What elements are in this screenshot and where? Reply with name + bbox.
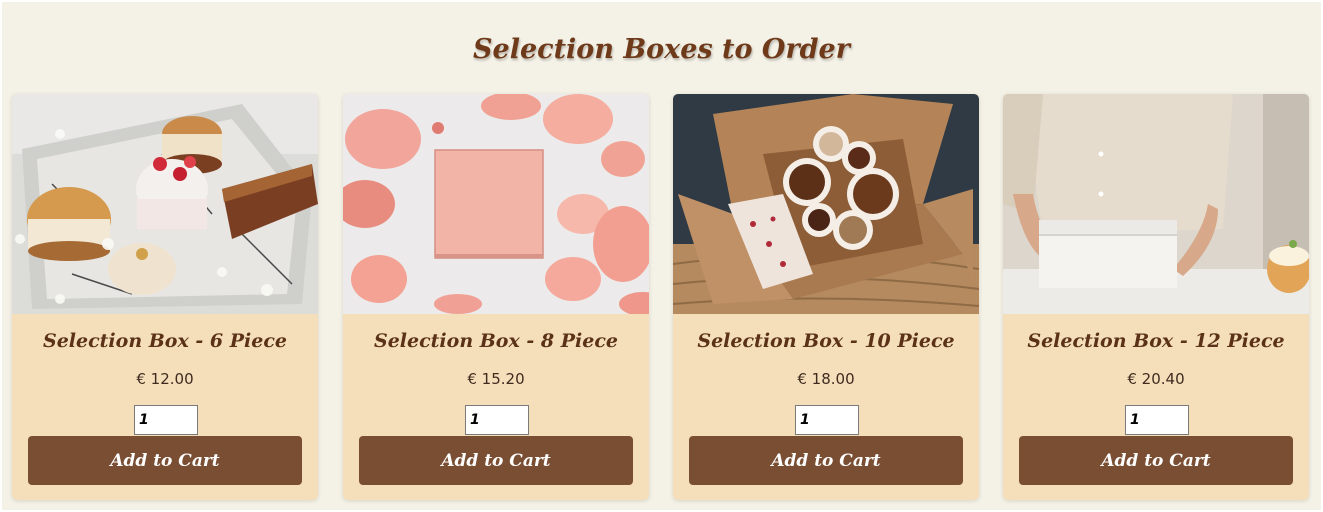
product-section: Selection Boxes to Order Selection Box -… [2, 2, 1321, 510]
pink-box-rose-petals-photo[interactable] [343, 94, 649, 314]
product-card: Selection Box - 6 Piece € 12.00 Add to C… [12, 94, 318, 500]
quantity-input[interactable] [465, 405, 529, 435]
white-box-hands-photo[interactable] [1003, 94, 1309, 314]
product-price: € 12.00 [136, 370, 194, 388]
add-to-cart-button[interactable]: Add to Cart [28, 436, 302, 485]
quantity-input[interactable] [134, 405, 198, 435]
product-price: € 15.20 [467, 370, 525, 388]
product-title: Selection Box - 12 Piece [1027, 330, 1285, 352]
add-to-cart-button[interactable]: Add to Cart [689, 436, 963, 485]
product-title: Selection Box - 8 Piece [373, 330, 619, 352]
pastry-box-photo[interactable] [12, 94, 318, 314]
product-card: Selection Box - 10 Piece € 18.00 Add to … [673, 94, 979, 500]
section-heading: Selection Boxes to Order [473, 34, 850, 65]
quantity-input[interactable] [795, 405, 859, 435]
product-price: € 18.00 [797, 370, 855, 388]
add-to-cart-button[interactable]: Add to Cart [359, 436, 633, 485]
product-price: € 20.40 [1127, 370, 1185, 388]
quantity-input[interactable] [1125, 405, 1189, 435]
product-card: Selection Box - 8 Piece € 15.20 Add to C… [343, 94, 649, 500]
add-to-cart-button[interactable]: Add to Cart [1019, 436, 1293, 485]
product-title: Selection Box - 10 Piece [697, 330, 955, 352]
product-title: Selection Box - 6 Piece [42, 330, 288, 352]
kraft-box-truffles-photo[interactable] [673, 94, 979, 314]
product-card: Selection Box - 12 Piece € 20.40 Add to … [1003, 94, 1309, 500]
